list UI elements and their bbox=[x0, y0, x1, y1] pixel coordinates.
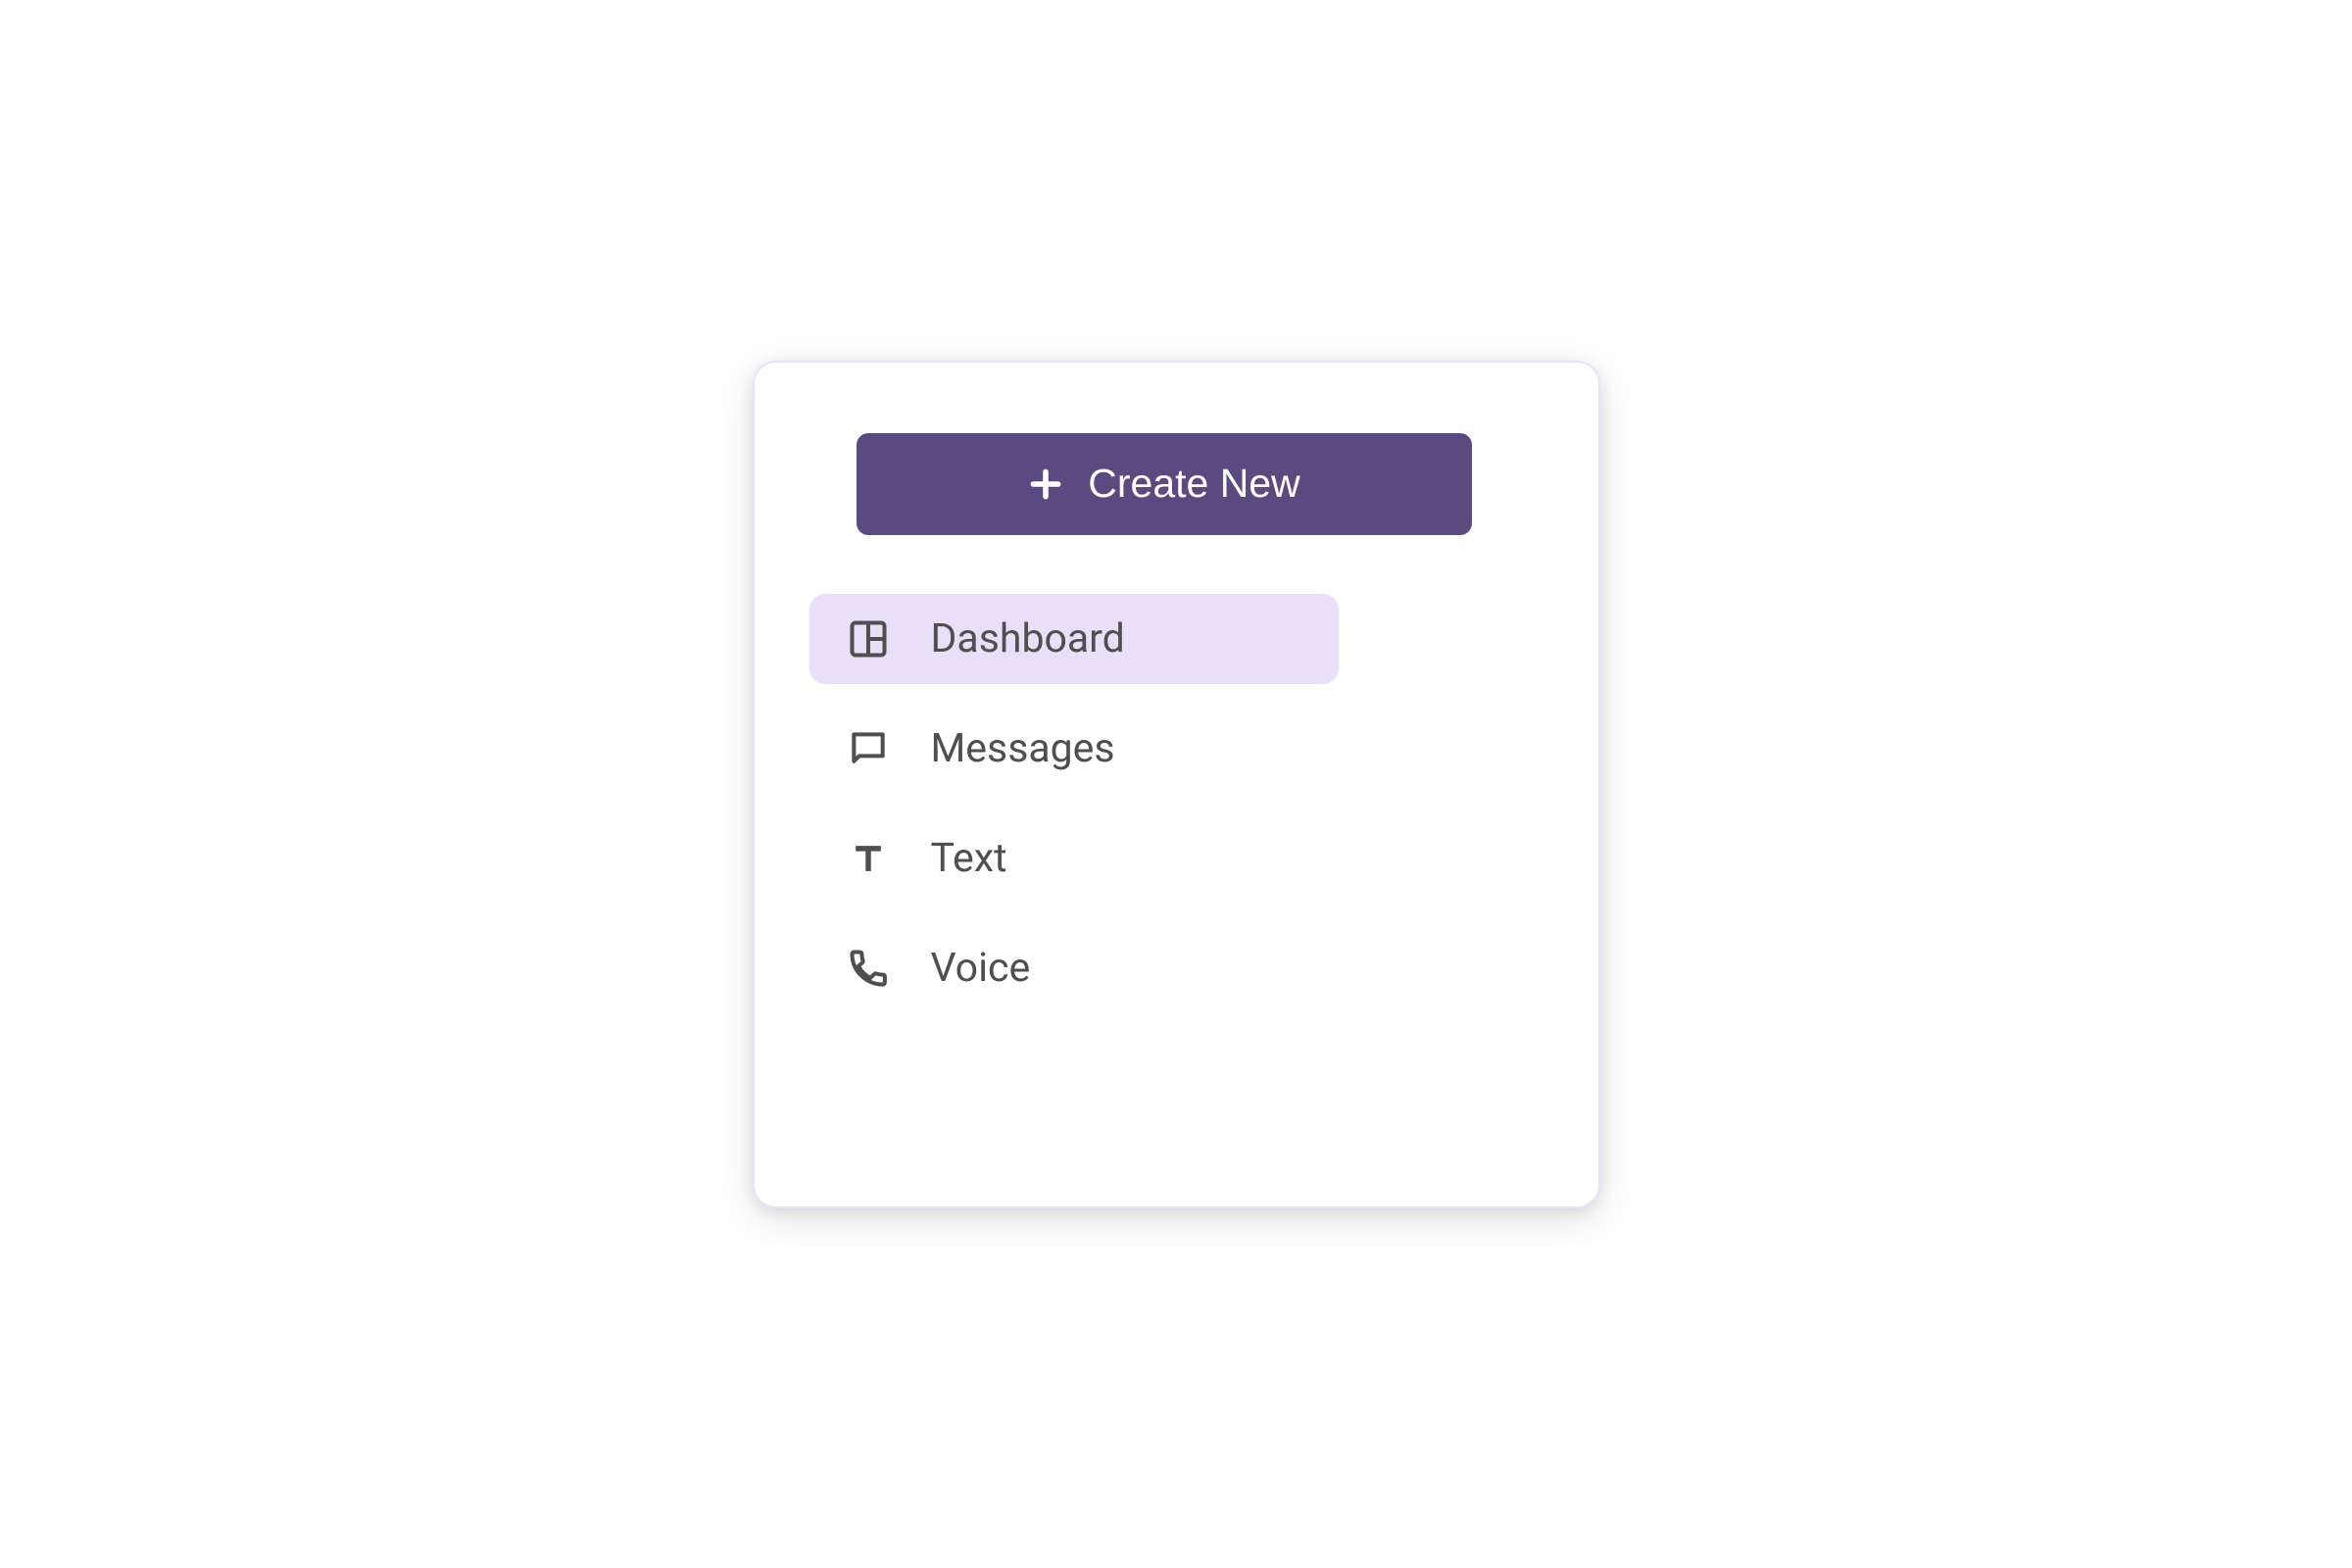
sidebar-panel: Create New Dashboard Messages bbox=[753, 361, 1600, 1208]
text-icon bbox=[845, 835, 892, 882]
sidebar-item-label: Messages bbox=[931, 725, 1115, 772]
dashboard-icon bbox=[845, 615, 892, 662]
sidebar-nav: Dashboard Messages Text bbox=[809, 594, 1544, 1013]
phone-icon bbox=[845, 945, 892, 992]
create-new-label: Create New bbox=[1088, 461, 1299, 507]
create-new-button[interactable]: Create New bbox=[857, 433, 1472, 535]
sidebar-item-label: Text bbox=[931, 835, 1007, 882]
sidebar-item-label: Voice bbox=[931, 945, 1031, 992]
sidebar-item-messages[interactable]: Messages bbox=[809, 704, 1339, 794]
sidebar-item-label: Dashboard bbox=[931, 615, 1125, 662]
messages-icon bbox=[845, 725, 892, 772]
sidebar-item-text[interactable]: Text bbox=[809, 813, 1339, 904]
plus-icon bbox=[1027, 466, 1064, 503]
sidebar-item-dashboard[interactable]: Dashboard bbox=[809, 594, 1339, 684]
sidebar-item-voice[interactable]: Voice bbox=[809, 923, 1339, 1013]
